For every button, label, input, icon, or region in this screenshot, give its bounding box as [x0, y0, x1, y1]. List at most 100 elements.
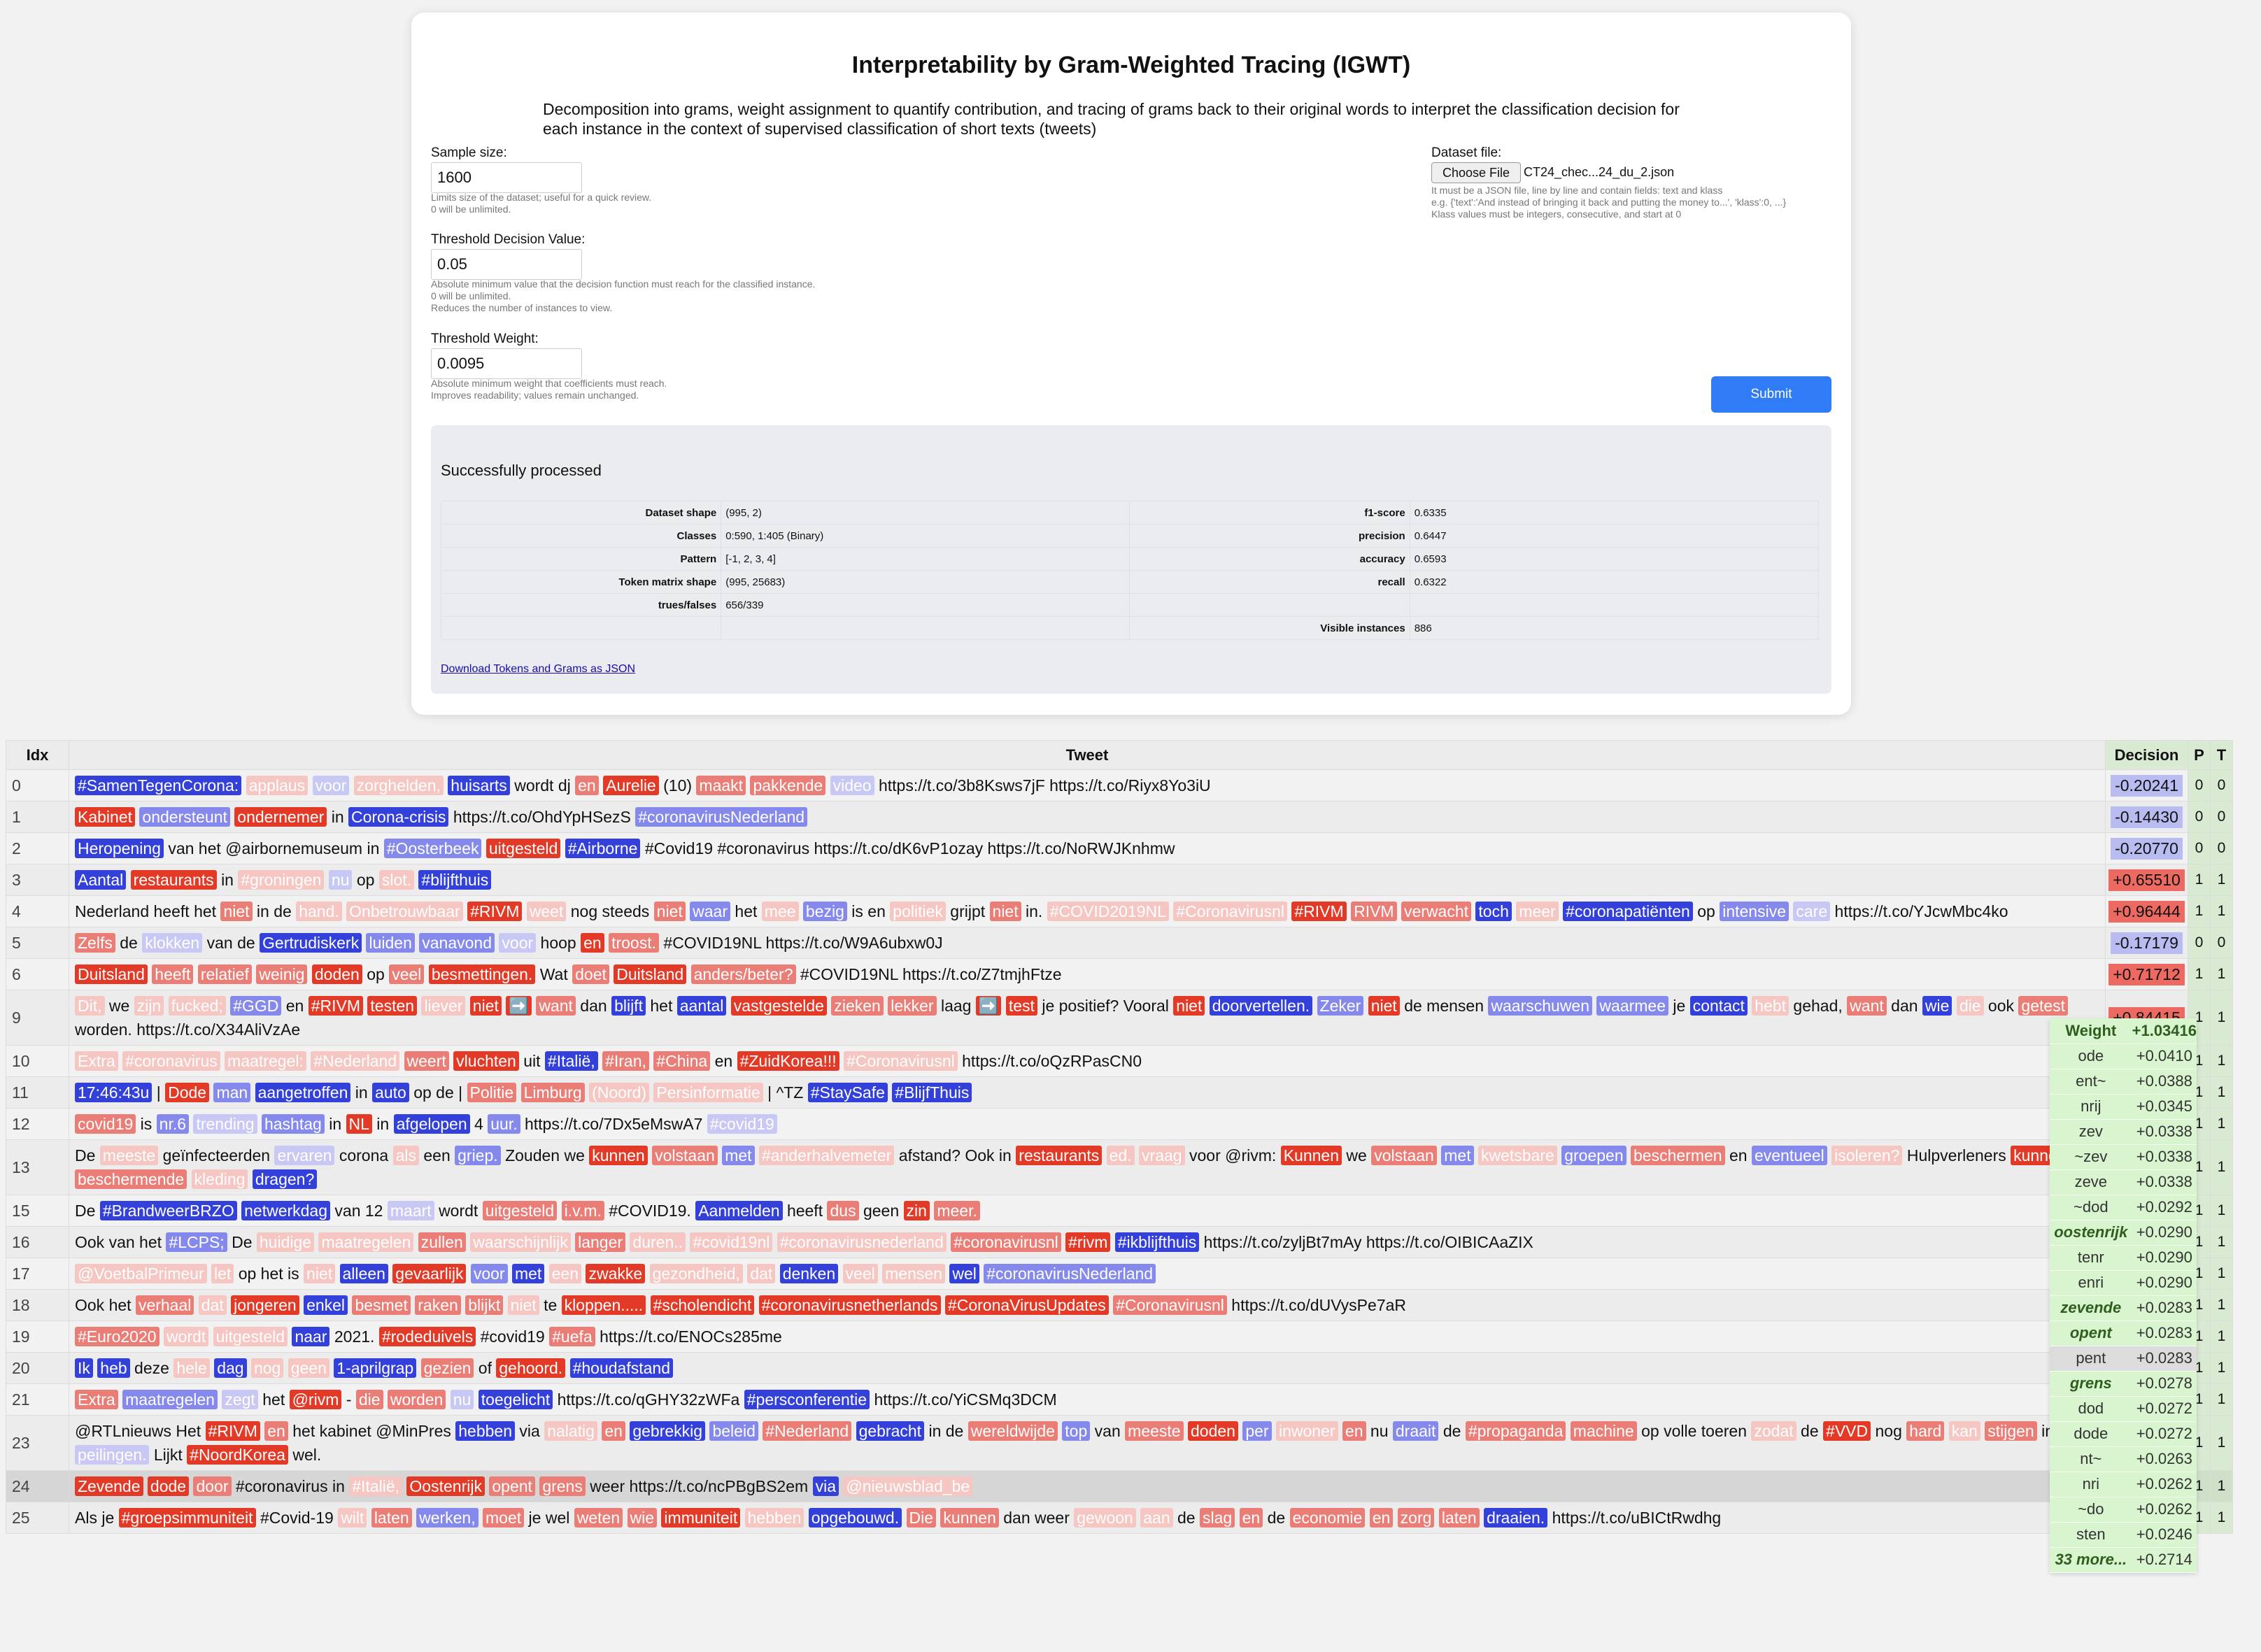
weighted-word[interactable]: #SamenTegenCorona:: [75, 776, 242, 795]
weighted-word[interactable]: gezondheid,: [649, 1264, 743, 1283]
weighted-word[interactable]: uitgesteld: [485, 839, 561, 858]
weighted-word[interactable]: aangetroffen: [255, 1083, 351, 1102]
weighted-word[interactable]: Oostenrijk: [406, 1476, 485, 1496]
weighted-word[interactable]: meeste: [99, 1146, 159, 1165]
weighted-word[interactable]: meeste: [1125, 1421, 1184, 1441]
weighted-word[interactable]: aantal: [676, 996, 727, 1016]
weighted-word[interactable]: restaurants: [130, 870, 217, 890]
weighted-word[interactable]: @rivm: [289, 1390, 342, 1409]
weighted-word[interactable]: #VVD: [1823, 1421, 1871, 1441]
table-row[interactable]: 17 @VoetbalPrimeur let op het is niet all…: [6, 1258, 2233, 1290]
weighted-word[interactable]: #coronavirusnl: [951, 1232, 1061, 1252]
weighted-word[interactable]: wel: [949, 1264, 979, 1283]
table-row[interactable]: 18 Ook het verhaal dat jongeren enkel bes…: [6, 1289, 2233, 1321]
weighted-word[interactable]: let: [211, 1264, 234, 1283]
decision-value[interactable]: -0.17179: [2111, 932, 2183, 954]
weighted-word[interactable]: groepen: [1561, 1146, 1626, 1165]
weighted-word[interactable]: wereldwijde: [968, 1421, 1058, 1441]
weighted-word[interactable]: die: [355, 1390, 383, 1409]
weighted-word[interactable]: inwoner: [1275, 1421, 1338, 1441]
weighted-word[interactable]: niet: [304, 1264, 336, 1283]
decision-value[interactable]: -0.20770: [2111, 837, 2183, 860]
weighted-word[interactable]: volstaan: [1371, 1146, 1437, 1165]
weighted-word[interactable]: #RIVM: [308, 996, 363, 1016]
weight-row[interactable]: ode +0.0410: [2050, 1044, 2197, 1069]
table-row[interactable]: 9 Dit, we zijn fucked; #GGD en #RIVM test…: [6, 990, 2233, 1046]
weight-row[interactable]: ent~ +0.0388: [2050, 1069, 2197, 1095]
weighted-word[interactable]: NL: [346, 1114, 372, 1134]
weighted-word[interactable]: #NoordKorea: [187, 1445, 288, 1465]
weighted-word[interactable]: meer.: [934, 1201, 980, 1220]
weighted-word[interactable]: zullen: [418, 1232, 466, 1252]
weighted-word[interactable]: kunnen: [589, 1146, 648, 1165]
table-row[interactable]: 19 #Euro2020 wordt uitgesteld naar 2021. …: [6, 1320, 2233, 1353]
weighted-word[interactable]: #coronapatiënten: [1563, 902, 1693, 921]
weighted-word[interactable]: denken: [779, 1264, 839, 1283]
weight-row[interactable]: zev +0.0338: [2050, 1119, 2197, 1145]
weighted-word[interactable]: troost.: [609, 933, 660, 953]
weighted-word[interactable]: dag: [214, 1358, 247, 1378]
weighted-word[interactable]: blijft: [611, 996, 646, 1016]
weighted-word[interactable]: mee: [761, 902, 799, 921]
weighted-word[interactable]: die: [1956, 996, 1984, 1016]
weighted-word[interactable]: #Italië,: [349, 1476, 403, 1496]
weighted-word[interactable]: voor: [312, 776, 350, 795]
weighted-word[interactable]: ➡️: [506, 996, 532, 1016]
weighted-word[interactable]: #Italië,: [544, 1051, 598, 1071]
weight-row[interactable]: ~dod +0.0292: [2050, 1195, 2197, 1220]
weighted-word[interactable]: #StaySafe: [807, 1083, 888, 1102]
weighted-word[interactable]: Kabinet: [75, 807, 136, 827]
weighted-word[interactable]: hele: [173, 1358, 210, 1378]
weighted-word[interactable]: nog: [250, 1358, 284, 1378]
weight-row[interactable]: ~do +0.0262: [2050, 1497, 2197, 1523]
weighted-word[interactable]: care: [1793, 902, 1831, 921]
weight-row[interactable]: nri +0.0262: [2050, 1472, 2197, 1497]
weighted-word[interactable]: toegelicht: [478, 1390, 553, 1409]
weighted-word[interactable]: netwerkdag: [241, 1201, 331, 1220]
weighted-word[interactable]: #Nederland: [763, 1421, 852, 1441]
weighted-word[interactable]: en: [1342, 1421, 1366, 1441]
weighted-word[interactable]: #Airborne: [565, 839, 641, 858]
weighted-word[interactable]: #RIVM: [1291, 902, 1347, 921]
weighted-word[interactable]: covid19: [75, 1114, 136, 1134]
weight-row[interactable]: ~zev +0.0338: [2050, 1144, 2197, 1170]
weighted-word[interactable]: niet: [653, 902, 686, 921]
weighted-word[interactable]: Aantal: [75, 870, 127, 890]
tweet-header[interactable]: Tweet: [69, 740, 2106, 770]
weighted-word[interactable]: #groepsimmuniteit: [118, 1508, 256, 1528]
weight-row[interactable]: pent +0.0283: [2050, 1346, 2197, 1372]
weighted-word[interactable]: weten: [574, 1508, 623, 1528]
weighted-word[interactable]: 17:46:43u: [75, 1083, 153, 1102]
weighted-word[interactable]: #blijfthuis: [418, 870, 492, 890]
weighted-word[interactable]: Zelfs: [75, 933, 115, 953]
table-row[interactable]: 1 Kabinet ondersteunt ondernemer in Coron…: [6, 801, 2233, 833]
weighted-word[interactable]: Limburg: [520, 1083, 585, 1102]
decision-value[interactable]: +0.65510: [2108, 869, 2185, 891]
weighted-word[interactable]: huisarts: [448, 776, 510, 795]
weighted-word[interactable]: niet: [989, 902, 1021, 921]
weighted-word[interactable]: gezien: [420, 1358, 474, 1378]
weighted-word[interactable]: auto: [372, 1083, 409, 1102]
weighted-word[interactable]: niet: [469, 996, 502, 1016]
weighted-word[interactable]: waarmee: [1596, 996, 1669, 1016]
weighted-word[interactable]: besmet: [352, 1295, 411, 1315]
weighted-word[interactable]: duren..: [630, 1232, 686, 1252]
weighted-word[interactable]: ondernemer: [234, 807, 327, 827]
weighted-word[interactable]: #houdafstand: [569, 1358, 673, 1378]
weighted-word[interactable]: nr.6: [156, 1114, 190, 1134]
weighted-word[interactable]: draaien.: [1484, 1508, 1548, 1528]
weighted-word[interactable]: #scholendicht: [650, 1295, 755, 1315]
table-row[interactable]: 20 Ik heb deze hele dag nog geen 1-aprilg…: [6, 1352, 2233, 1384]
weighted-word[interactable]: en: [602, 1421, 625, 1441]
weighted-word[interactable]: hebben: [455, 1421, 515, 1441]
threshold-decision-input[interactable]: [431, 249, 582, 280]
weighted-word[interactable]: dode: [147, 1476, 190, 1496]
weighted-word[interactable]: dat: [198, 1295, 227, 1315]
weighted-word[interactable]: Zevende: [75, 1476, 143, 1496]
weighted-word[interactable]: #groningen: [238, 870, 325, 890]
weighted-word[interactable]: en: [581, 933, 604, 953]
weighted-word[interactable]: zorg: [1397, 1508, 1435, 1528]
weighted-word[interactable]: uitgesteld: [482, 1201, 558, 1220]
weighted-word[interactable]: wie: [627, 1508, 658, 1528]
weighted-word[interactable]: vastgestelde: [730, 996, 827, 1016]
